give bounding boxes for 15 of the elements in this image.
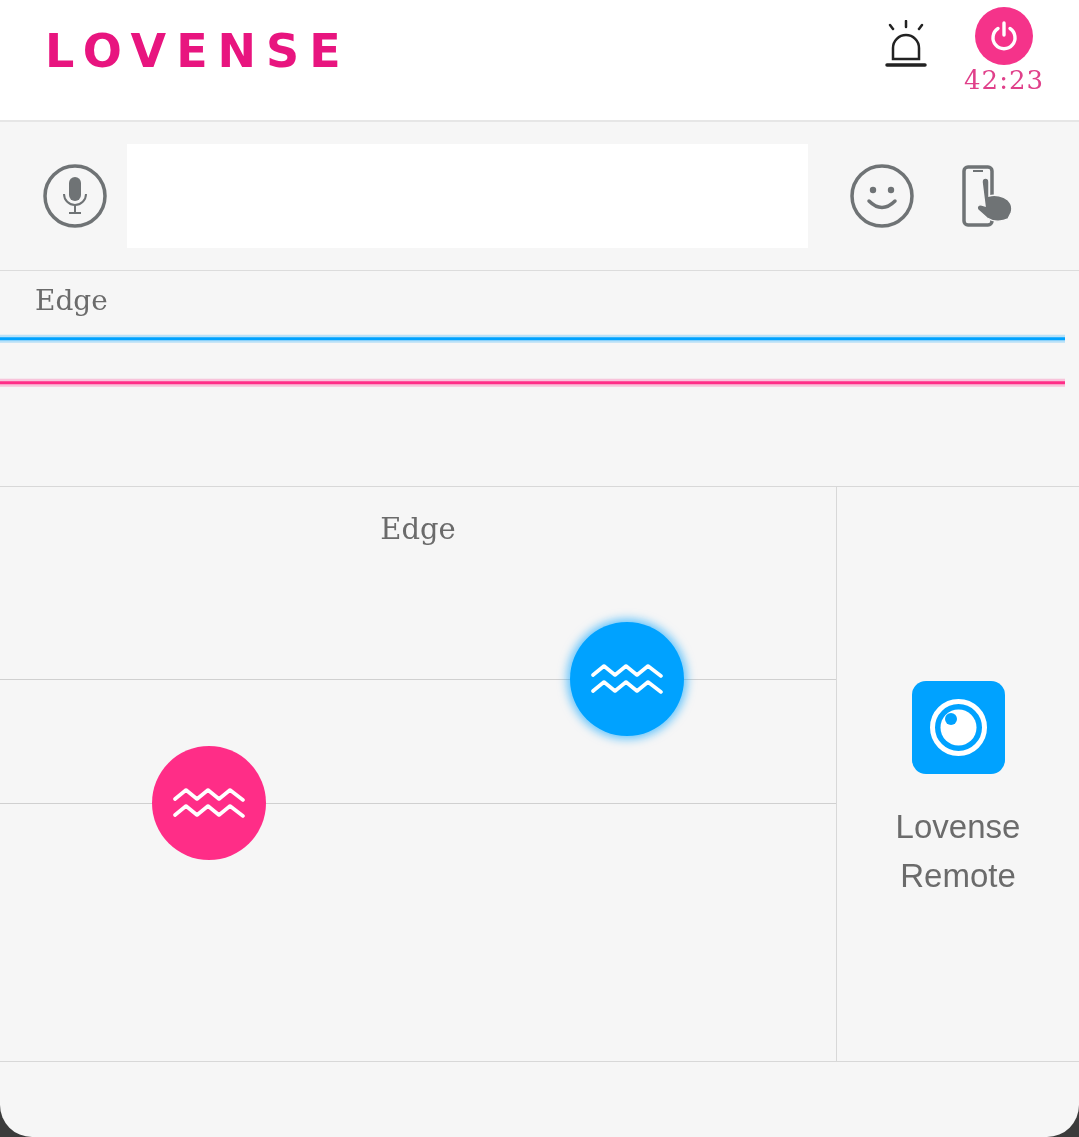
wave-icon (591, 663, 663, 696)
remote-app-button[interactable]: Lovense Remote (878, 681, 1038, 900)
alarm-light-icon[interactable] (883, 20, 930, 68)
microphone-icon[interactable] (43, 164, 107, 228)
eye-icon (911, 681, 1005, 774)
session-timer: 42:23 (964, 65, 1044, 95)
slider-thumb[interactable] (570, 622, 684, 737)
chart-title: Edge (35, 283, 108, 319)
smiley-icon[interactable] (850, 164, 914, 228)
logo: LOVENSE (45, 26, 351, 76)
phone-tap-icon[interactable] (962, 165, 1014, 227)
wave-icon (173, 786, 245, 819)
power-icon (989, 21, 1020, 51)
device-title: Edge (380, 511, 456, 547)
power-button[interactable] (975, 7, 1034, 65)
